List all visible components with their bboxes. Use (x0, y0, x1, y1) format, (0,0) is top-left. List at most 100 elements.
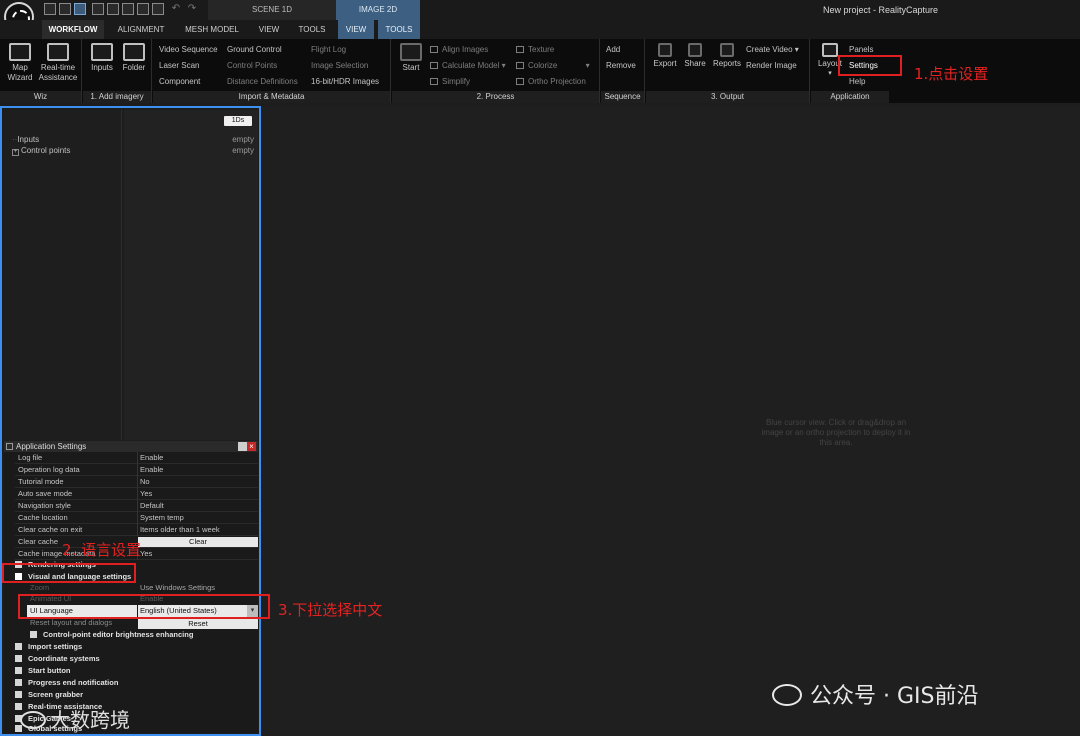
simplify-button[interactable]: Simplify (430, 76, 470, 88)
tab-alignment[interactable]: ALIGNMENT (110, 20, 172, 39)
ortho-projection-button[interactable]: Ortho Projection (516, 76, 586, 88)
section-label: Coordinate systems (28, 654, 100, 663)
calculate-model-icon (430, 62, 438, 69)
close-icon[interactable]: × (247, 442, 256, 451)
texture-label: Texture (528, 45, 555, 54)
create-video-button[interactable]: Create Video ▾ (746, 44, 799, 56)
tree-item-inputs[interactable]: ··Inputs (12, 134, 39, 145)
video-sequence-button[interactable]: Video Sequence (159, 44, 218, 56)
start-button[interactable]: Start (396, 43, 426, 73)
section-progress-end-notification[interactable]: Progress end notification (15, 677, 118, 689)
calculate-model-button[interactable]: Calculate Model ▾ (430, 60, 506, 72)
setting-row[interactable]: Cache location System temp (15, 512, 258, 524)
distance-definitions-button[interactable]: Distance Definitions (227, 76, 298, 88)
annotation-box-visual-language (2, 563, 136, 583)
tab-tools[interactable]: TOOLS (292, 20, 332, 39)
setting-row[interactable]: Navigation style Default (15, 500, 258, 512)
setting-key: Log file (18, 453, 43, 462)
flight-log-button[interactable]: Flight Log (311, 44, 346, 56)
control-points-button[interactable]: Control Points (227, 60, 277, 72)
expand-icon (15, 667, 22, 674)
tree-item-control-points-label: Control points (21, 146, 71, 155)
group-label-add-imagery: 1. Add imagery (83, 91, 151, 103)
expand-icon (15, 655, 22, 662)
help-button[interactable]: Help (849, 76, 865, 88)
ground-control-button[interactable]: Ground Control (227, 44, 282, 56)
expand-icon (15, 691, 22, 698)
reports-icon (720, 43, 734, 57)
setting-row[interactable]: Clear cache on exit Items older than 1 we… (15, 524, 258, 536)
render-image-button[interactable]: Render Image (746, 60, 797, 72)
setting-value[interactable]: Yes (140, 548, 152, 559)
application-settings-panel: Application Settings × Log file Enable Op… (4, 441, 258, 733)
setting-value[interactable]: Enable (140, 464, 163, 475)
add-button[interactable]: Add (606, 44, 620, 56)
reports-button[interactable]: Reports (710, 43, 744, 69)
align-images-button[interactable]: Align Images (430, 44, 488, 56)
reset-button[interactable]: Reset (138, 619, 258, 629)
inputs-button[interactable]: Inputs (87, 43, 117, 73)
section-start-button[interactable]: Start button (15, 665, 71, 677)
tab-context-tools[interactable]: TOOLS (378, 20, 420, 39)
setting-value[interactable]: Yes (140, 488, 152, 499)
expand-icon[interactable]: + (12, 149, 19, 156)
share-icon (688, 43, 702, 57)
setting-key: Tutorial mode (18, 477, 64, 486)
section-label: Start button (28, 666, 71, 675)
info-pane: 1Ds empty empty (124, 110, 258, 440)
tab-context-view[interactable]: VIEW (338, 20, 374, 39)
colorize-button[interactable]: Colorize ▾ (516, 60, 590, 72)
folder-icon (123, 43, 145, 61)
laser-scan-button[interactable]: Laser Scan (159, 60, 199, 72)
folder-button[interactable]: Folder (119, 43, 149, 73)
setting-row[interactable]: Auto save mode Yes (15, 488, 258, 500)
setting-value[interactable]: System temp (140, 512, 184, 523)
texture-button[interactable]: Texture (516, 44, 554, 56)
setting-value[interactable]: No (140, 476, 150, 487)
create-video-label: Create Video (746, 45, 793, 54)
reports-label: Reports (712, 59, 741, 68)
export-button[interactable]: Export (650, 43, 680, 69)
setting-value[interactable]: Enable (140, 452, 163, 463)
setting-row[interactable]: Log file Enable (15, 452, 258, 464)
component-button[interactable]: Component (159, 76, 200, 88)
share-button[interactable]: Share (680, 43, 710, 69)
setting-value[interactable]: Items older than 1 week (140, 524, 220, 535)
image-viewport[interactable]: Blue cursor view. Click or drag&drop an … (262, 106, 1080, 736)
expand-icon (30, 631, 37, 638)
section-coordinate-systems[interactable]: Coordinate systems (15, 653, 100, 665)
align-images-label: Align Images (442, 45, 489, 54)
group-label-output: 3. Output (646, 91, 809, 103)
section-import-settings[interactable]: Import settings (15, 641, 82, 653)
section-screen-grabber[interactable]: Screen grabber (15, 689, 83, 701)
colorize-icon (516, 62, 524, 69)
watermark-right: 公众号 · GIS前沿 (772, 678, 978, 710)
remove-button[interactable]: Remove (606, 60, 636, 72)
annotation-step-3: 3.下拉选择中文 (278, 601, 383, 619)
zoom-value[interactable]: Use Windows Settings (140, 583, 215, 592)
image-selection-button[interactable]: Image Selection (311, 60, 368, 72)
tab-mesh-model[interactable]: MESH MODEL (178, 20, 246, 39)
1ds-badge[interactable]: 1Ds (224, 116, 252, 126)
hdr-images-button[interactable]: 16-bit/HDR Images (311, 76, 379, 88)
ribbon-group-output: Export Share Reports Create Video ▾ Rend… (646, 39, 810, 103)
tab-workflow[interactable]: WORKFLOW (42, 20, 104, 39)
setting-row[interactable]: Tutorial mode No (15, 476, 258, 488)
ortho-projection-icon (516, 78, 524, 85)
map-wizard-button[interactable]: Map Wizard (4, 43, 36, 83)
setting-value[interactable]: Default (140, 500, 164, 511)
reset-layout-key: Reset layout and dialogs (30, 618, 113, 627)
align-images-icon (430, 46, 438, 53)
pin-icon[interactable] (238, 442, 247, 451)
menu-bar: WORKFLOW ALIGNMENT MESH MODEL VIEW TOOLS… (0, 20, 1080, 39)
tab-view[interactable]: VIEW (252, 20, 286, 39)
real-time-assistance-button[interactable]: Real-time Assistance (36, 43, 80, 83)
settings-header: Application Settings × (4, 441, 258, 452)
tree-item-control-points[interactable]: + Control points (12, 145, 70, 156)
clear-cache-button[interactable]: Clear (138, 537, 258, 547)
texture-icon (516, 46, 524, 53)
setting-row[interactable]: Operation log data Enable (15, 464, 258, 476)
collapse-icon[interactable] (6, 443, 13, 450)
ribbon-group-process: Start Align Images Calculate Model ▾ Sim… (392, 39, 600, 103)
section-control-point-brightness[interactable]: Control-point editor brightness enhancin… (30, 629, 193, 641)
